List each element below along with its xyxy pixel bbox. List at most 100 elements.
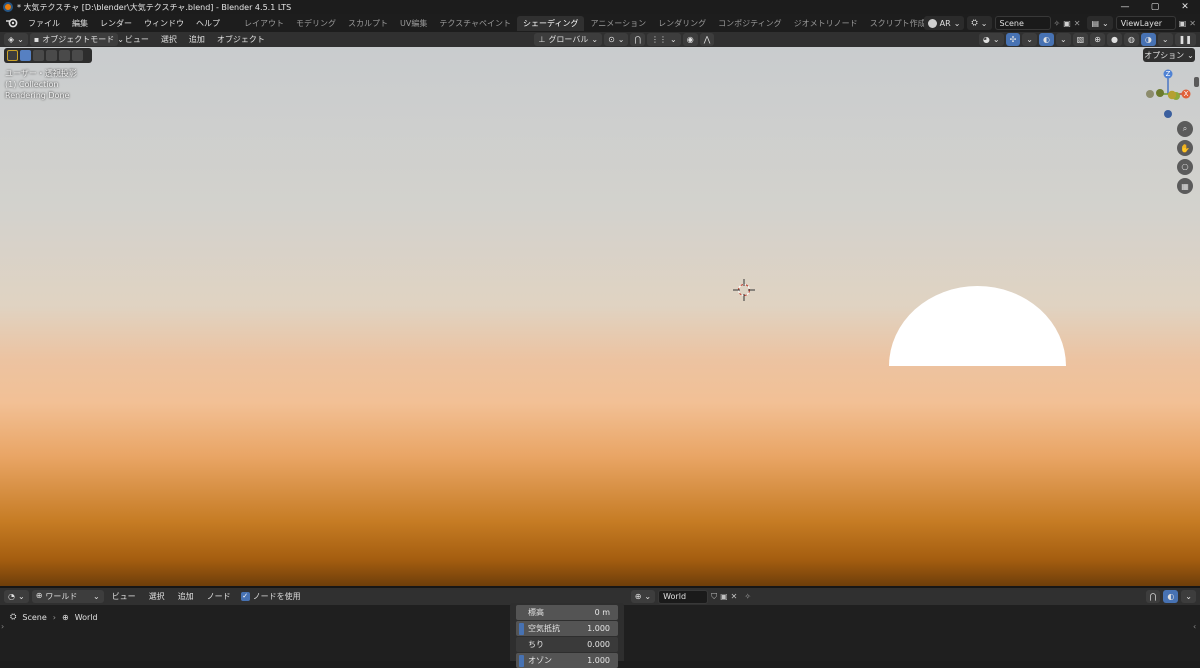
workspace-tab-compositing[interactable]: コンポジティング (712, 16, 788, 31)
view-layer-icon-button[interactable]: ▤ ⌄ (1087, 16, 1113, 30)
world-datablock-name: World (663, 592, 687, 601)
pin-icon[interactable]: ✧ (744, 592, 751, 601)
fake-user-shield-icon[interactable]: ⛉ (711, 592, 717, 602)
dust-density-field[interactable]: ちり 0.000 (516, 637, 618, 652)
object-visibility-dropdown[interactable]: ◕ ⌄ (978, 33, 1004, 46)
chevron-down-icon: ⌄ (17, 592, 25, 601)
node-menu-add[interactable]: 追加 (173, 591, 199, 602)
3d-cursor-icon[interactable] (733, 279, 755, 301)
select-intersect-icon[interactable] (72, 50, 83, 61)
altitude-field[interactable]: 標高 0 m (516, 605, 618, 620)
pivot-icon: ⊙ (608, 35, 615, 44)
close-button[interactable]: ✕ (1170, 0, 1200, 14)
xray-icon: ▧ (1076, 35, 1085, 44)
select-tool-icon[interactable] (7, 50, 18, 61)
air-density-field[interactable]: 空気抵抗 1.000 (516, 621, 618, 636)
node-editor-type-selector[interactable]: ◔ ⌄ (4, 590, 29, 603)
workspace-tab-modeling[interactable]: モデリング (290, 16, 342, 31)
unlink-world-icon[interactable]: ✕ (731, 592, 738, 601)
viewport-menu-add[interactable]: 追加 (184, 34, 210, 45)
proportional-edit-toggle[interactable]: ◉ (682, 33, 698, 46)
overlay-dropdown[interactable]: ⌄ (1055, 33, 1071, 46)
menu-file[interactable]: ファイル (22, 18, 66, 29)
delete-view-layer-icon[interactable]: ✕ (1189, 19, 1196, 28)
shader-type-dropdown[interactable]: ⊕ ワールド ⌄ (31, 590, 104, 603)
workspace-tab-animation[interactable]: アニメーション (584, 16, 652, 31)
viewport-options-dropdown[interactable]: オプション ⌄ (1143, 48, 1195, 62)
gizmo-dropdown[interactable]: ⌄ (1022, 33, 1037, 46)
viewport-menu-object[interactable]: オブジェクト (212, 34, 270, 45)
magnet-icon: ⋂ (1149, 592, 1157, 601)
delete-scene-icon[interactable]: ✕ (1074, 19, 1081, 28)
workspace-tab-scripting[interactable]: スクリプト作成 (864, 16, 932, 31)
shading-solid-button[interactable]: ● (1106, 33, 1122, 46)
dust-density-label: ちり (528, 640, 544, 649)
zoom-icon[interactable]: ⌕ (1177, 121, 1193, 137)
workspace-tab-geometry-nodes[interactable]: ジオメトリノード (788, 16, 864, 31)
view-layer-name-field[interactable]: ViewLayer (1115, 16, 1176, 30)
editor-type-selector[interactable]: ◈ ⌄ (4, 33, 28, 46)
overlay-icon: ◐ (1167, 592, 1175, 601)
render-engine-selector[interactable]: AR ⌄ (923, 16, 965, 30)
workspace-tab-texture-paint[interactable]: テクスチャペイント (433, 16, 517, 31)
select-new-icon[interactable] (20, 50, 31, 61)
transform-orientation-dropdown[interactable]: ⊥ グローバル ⌄ (534, 33, 603, 46)
world-browse-button[interactable]: ⊕ ⌄ (630, 590, 656, 603)
world-datablock-field[interactable]: World (658, 589, 709, 604)
pause-render-button[interactable]: ❚❚ (1174, 33, 1196, 46)
workspace-tab-layout[interactable]: レイアウト (238, 16, 290, 31)
title-bar: * 大気テクスチャ [D:\blender\大気テクスチャ.blend] - B… (0, 0, 1200, 14)
gizmo-toggle[interactable]: ✣ (1005, 33, 1021, 46)
blender-menu-icon[interactable] (5, 17, 19, 29)
hand-pan-icon[interactable]: ✋ (1177, 140, 1193, 156)
node-overlay-dropdown[interactable]: ⌄ (1181, 590, 1196, 603)
duplicate-world-icon[interactable]: ▣ (720, 592, 728, 601)
shading-material-button[interactable]: ◍ (1123, 33, 1139, 46)
snap-toggle[interactable]: ⋂ (630, 33, 646, 46)
viewport-menu-select[interactable]: 選択 (156, 34, 182, 45)
menu-window[interactable]: ウィンドウ (138, 18, 190, 29)
sidebar-toggle-handle[interactable] (1194, 77, 1199, 87)
object-mode-dropdown[interactable]: ▪ オブジェクトモード ⌄ (29, 33, 124, 46)
scene-icon-button[interactable]: ⛭ ⌄ (967, 16, 992, 30)
select-extend-icon[interactable] (33, 50, 44, 61)
workspace-tab-uv-editing[interactable]: UV編集 (394, 16, 433, 31)
overlay-toggle[interactable]: ◐ (1038, 33, 1054, 46)
falloff-dropdown[interactable]: ⋀ (699, 33, 715, 46)
menu-help[interactable]: ヘルプ (190, 18, 226, 29)
perspective-grid-icon[interactable]: ▦ (1177, 178, 1193, 194)
viewport-menu-view[interactable]: ビュー (120, 34, 154, 45)
pivot-point-dropdown[interactable]: ⊙ ⌄ (604, 33, 629, 46)
use-nodes-checkbox[interactable]: ✓ (240, 592, 250, 601)
toolbar-expand-icon[interactable]: › (1, 622, 4, 631)
new-scene-icon[interactable]: ▣ (1063, 19, 1071, 28)
snap-target-dropdown[interactable]: ⋮⋮ ⌄ (647, 33, 681, 46)
workspace-tab-shading[interactable]: シェーディング (517, 15, 585, 31)
sun-disk (889, 286, 1066, 366)
camera-view-icon[interactable]: ⎔ (1177, 159, 1193, 175)
shading-rendered-button[interactable]: ◑ (1140, 33, 1156, 46)
menu-render[interactable]: レンダー (94, 18, 138, 29)
pin-scene-icon[interactable]: ✧ (1054, 19, 1061, 28)
scene-name-field[interactable]: Scene (994, 16, 1051, 30)
altitude-value: 0 m (594, 608, 610, 617)
node-menu-view[interactable]: ビュー (107, 591, 141, 602)
node-menu-node[interactable]: ノード (202, 591, 236, 602)
node-overlay-toggle[interactable]: ◐ (1163, 590, 1179, 603)
menu-edit[interactable]: 編集 (66, 18, 94, 29)
maximize-button[interactable]: ▢ (1140, 0, 1170, 14)
falloff-icon: ⋀ (703, 35, 711, 44)
shading-dropdown[interactable]: ⌄ (1157, 33, 1173, 46)
chevron-down-icon: ⌄ (1187, 50, 1194, 60)
select-subtract-icon[interactable] (46, 50, 57, 61)
minimize-button[interactable]: — (1110, 0, 1140, 14)
region-expand-icon[interactable]: ‹ (1193, 622, 1196, 631)
new-view-layer-icon[interactable]: ▣ (1179, 19, 1187, 28)
shading-wireframe-button[interactable]: ⊕ (1090, 33, 1105, 46)
workspace-tab-sculpting[interactable]: スカルプト (342, 16, 394, 31)
node-snap-button[interactable]: ⋂ (1145, 590, 1161, 603)
xray-toggle[interactable]: ▧ (1072, 33, 1089, 46)
select-invert-icon[interactable] (59, 50, 70, 61)
node-menu-select[interactable]: 選択 (144, 591, 170, 602)
workspace-tab-rendering[interactable]: レンダリング (652, 16, 712, 31)
